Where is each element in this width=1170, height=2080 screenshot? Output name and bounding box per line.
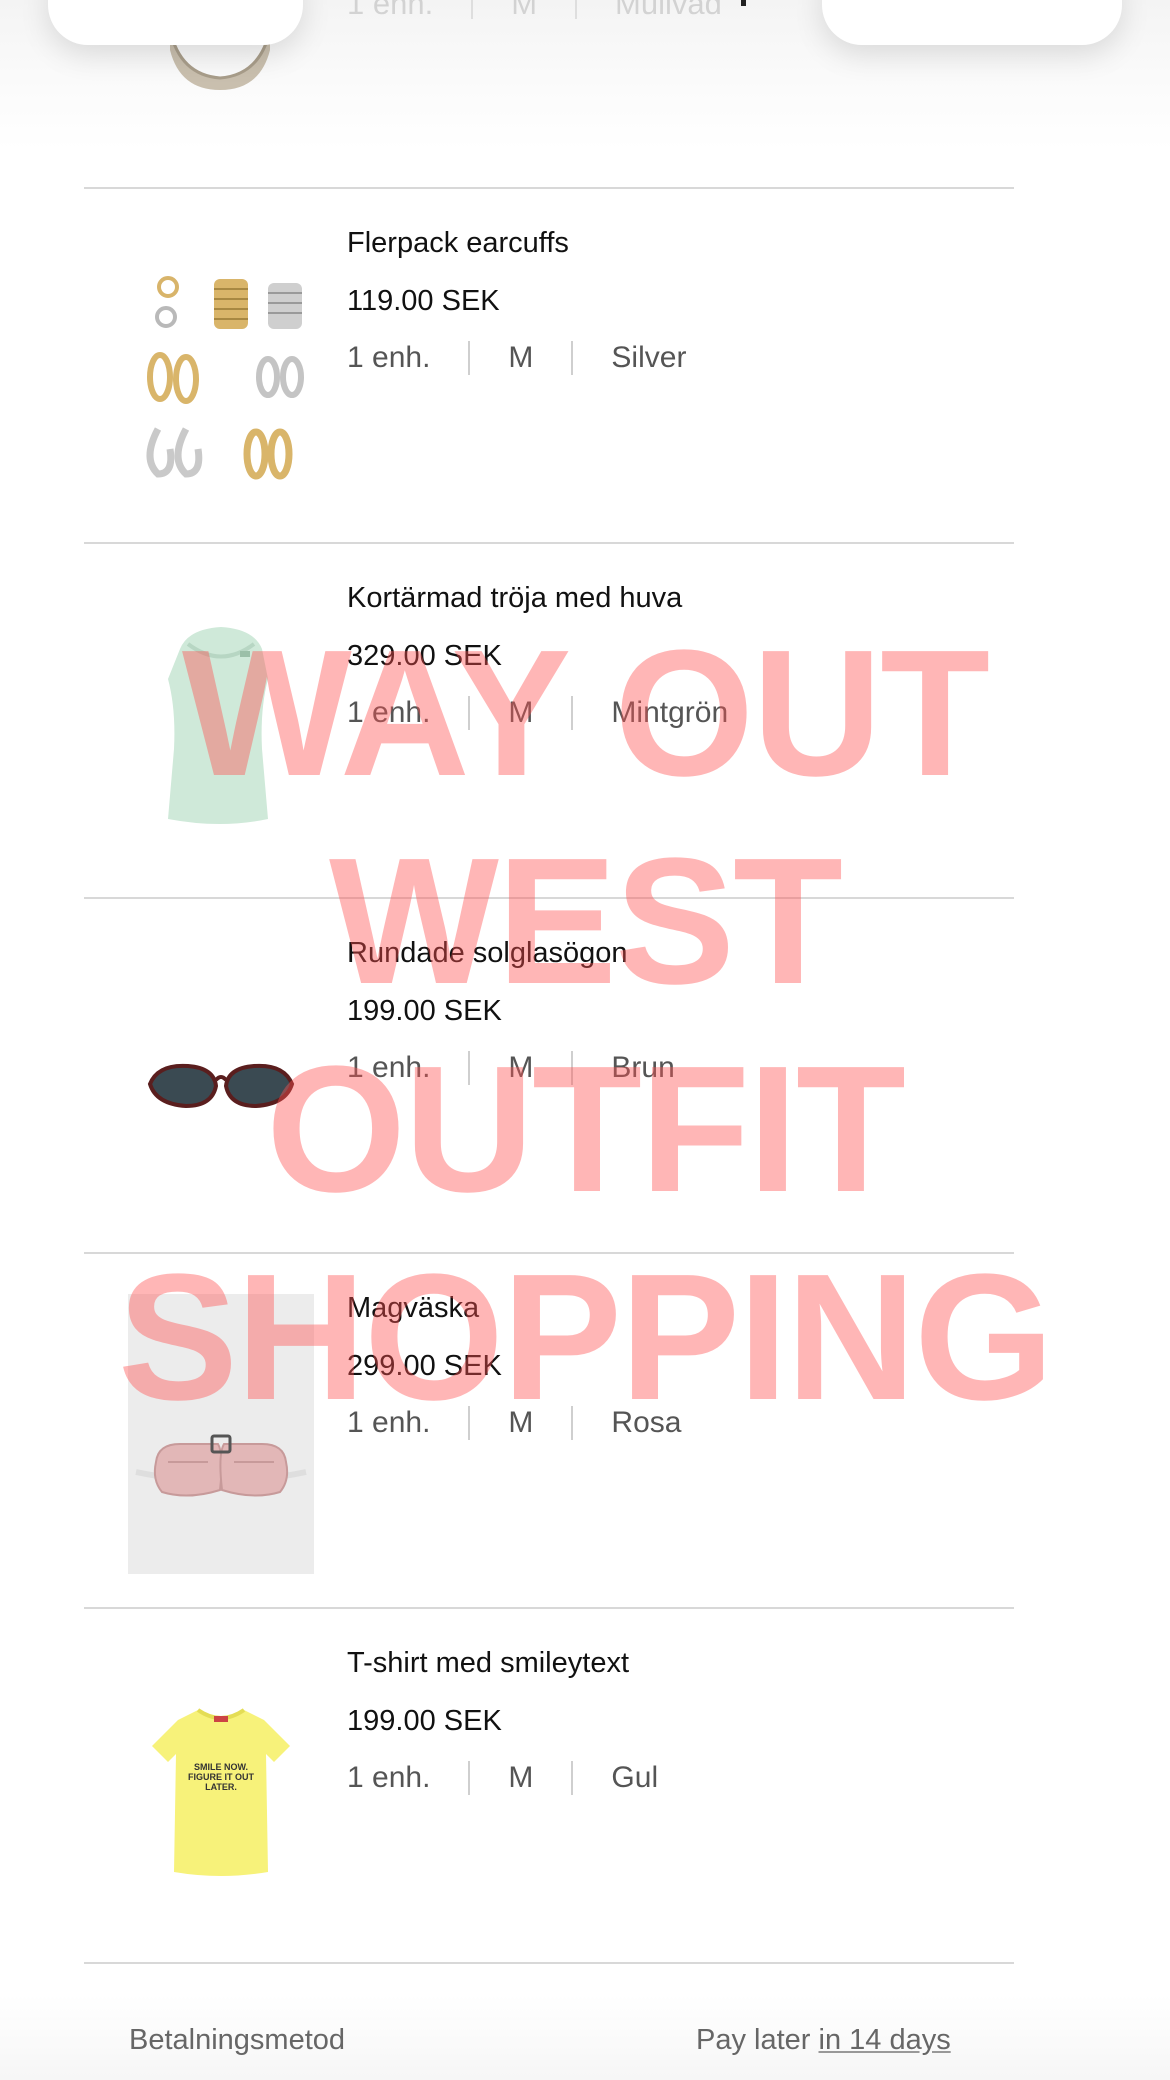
meta-separator bbox=[468, 1761, 471, 1795]
payment-method-value[interactable]: Pay later in 14 days bbox=[696, 2024, 951, 2057]
order-item[interactable]: SMILE NOW. FIGURE IT OUT LATER. T-shirt … bbox=[0, 1609, 1170, 1964]
meta-separator bbox=[571, 341, 574, 375]
item-size: M bbox=[508, 696, 534, 729]
item-info: Rundade solglasögon 199.00 SEK 1 enh. M … bbox=[347, 935, 675, 1085]
item-name[interactable]: Flerpack earcuffs bbox=[347, 225, 686, 261]
belt-bag-icon bbox=[128, 1294, 314, 1574]
item-name[interactable]: T-shirt med smileytext bbox=[347, 1645, 658, 1681]
item-size: M bbox=[508, 341, 534, 374]
item-qty: 1 enh. bbox=[347, 1051, 431, 1084]
payment-method-label: Betalningsmetod bbox=[129, 2024, 346, 2056]
item-info: Magväska 299.00 SEK 1 enh. M Rosa bbox=[347, 1290, 681, 1440]
item-info: Flerpack earcuffs 119.00 SEK 1 enh. M Si… bbox=[347, 225, 686, 375]
payment-terms-link[interactable]: in 14 days bbox=[819, 2024, 951, 2056]
item-name[interactable]: Magväska bbox=[347, 1290, 681, 1326]
item-meta: 1 enh. M Brun bbox=[347, 1051, 675, 1085]
item-meta: 1 enh. M Gul bbox=[347, 1761, 658, 1795]
tshirt-graphic: SMILE NOW. FIGURE IT OUT LATER. bbox=[152, 1708, 290, 1876]
payment-method-text: Pay later bbox=[696, 2024, 819, 2056]
meta-separator bbox=[575, 0, 578, 19]
order-item[interactable]: Kortärmad tröja med huva 329.00 SEK 1 en… bbox=[0, 544, 1170, 899]
item-meta: 1 enh. M Rosa bbox=[347, 1406, 681, 1440]
hooded-top-icon bbox=[168, 627, 268, 824]
item-qty: 1 enh. bbox=[347, 1761, 431, 1794]
item-price: 119.00 SEK bbox=[347, 285, 500, 317]
item-name[interactable]: Rundade solglasögon bbox=[347, 935, 675, 971]
meta-separator bbox=[571, 1761, 574, 1795]
meta-separator bbox=[471, 0, 474, 19]
item-qty: 1 enh. bbox=[347, 341, 431, 374]
meta-separator bbox=[571, 1051, 574, 1085]
item-qty: 1 enh. bbox=[347, 1406, 431, 1439]
meta-separator bbox=[468, 1406, 471, 1440]
item-meta: 1 enh. M Mintgrön bbox=[347, 696, 728, 730]
tshirt-icon: SMILE NOW. FIGURE IT OUT LATER. bbox=[128, 1654, 314, 1934]
previous-item-qty: 1 enh. bbox=[347, 0, 434, 21]
previous-item-meta: 1 enh. M Mullvad bbox=[347, 0, 722, 22]
back-button[interactable]: ‹ bbox=[48, 0, 303, 45]
item-info: T-shirt med smileytext 199.00 SEK 1 enh.… bbox=[347, 1645, 658, 1795]
previous-item-size: M bbox=[511, 0, 538, 21]
item-color: Mintgrön bbox=[611, 696, 729, 729]
item-name[interactable]: Kortärmad tröja med huva bbox=[347, 580, 728, 616]
item-price: 299.00 SEK bbox=[347, 1350, 502, 1382]
order-item[interactable]: Rundade solglasögon 199.00 SEK 1 enh. M … bbox=[0, 899, 1170, 1254]
item-price: 199.00 SEK bbox=[347, 1705, 502, 1737]
sunglasses-icon bbox=[147, 1063, 295, 1109]
earcuffs-icon bbox=[146, 276, 304, 480]
meta-separator bbox=[468, 696, 471, 730]
header-action-button[interactable] bbox=[822, 0, 1122, 45]
meta-separator bbox=[468, 341, 471, 375]
meta-separator bbox=[571, 696, 574, 730]
item-price: 199.00 SEK bbox=[347, 995, 502, 1027]
item-size: M bbox=[508, 1051, 534, 1084]
order-item[interactable]: Flerpack earcuffs 119.00 SEK 1 enh. M Si… bbox=[0, 189, 1170, 544]
order-item[interactable]: Magväska 299.00 SEK 1 enh. M Rosa bbox=[0, 1254, 1170, 1609]
item-info: Kortärmad tröja med huva 329.00 SEK 1 en… bbox=[347, 580, 728, 730]
item-color: Brun bbox=[611, 1051, 675, 1084]
item-price: 329.00 SEK bbox=[347, 640, 502, 672]
item-meta: 1 enh. M Silver bbox=[347, 341, 686, 375]
previous-item-color: Mullvad bbox=[615, 0, 722, 21]
item-size: M bbox=[508, 1406, 534, 1439]
item-color: Rosa bbox=[611, 1406, 682, 1439]
meta-separator bbox=[571, 1406, 574, 1440]
item-size: M bbox=[508, 1761, 534, 1794]
item-color: Gul bbox=[611, 1761, 659, 1794]
text-cursor bbox=[741, 0, 746, 6]
item-qty: 1 enh. bbox=[347, 696, 431, 729]
tshirt-print-text: SMILE NOW. FIGURE IT OUT LATER. bbox=[188, 1762, 254, 1792]
item-color: Silver bbox=[611, 341, 687, 374]
meta-separator bbox=[468, 1051, 471, 1085]
